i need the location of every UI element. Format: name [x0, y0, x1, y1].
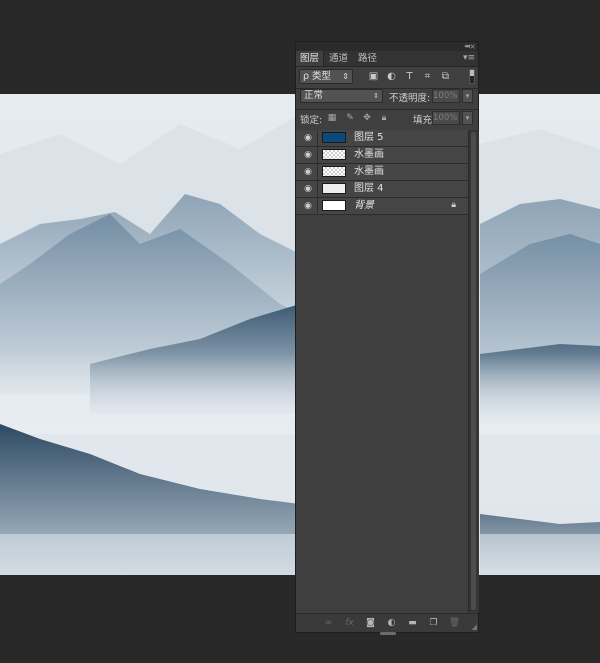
- layer-name[interactable]: 水墨画: [354, 148, 384, 162]
- layer-name[interactable]: 图层 5: [354, 131, 384, 145]
- tab-layers[interactable]: 图层: [296, 51, 325, 66]
- panel-bottom-toolbar: ∞ fx ◙ ◐ ▬ ❐ 🗑︎ ◢: [296, 613, 478, 635]
- layer-name[interactable]: 图层 4: [354, 182, 384, 196]
- type-filter-icon[interactable]: T: [403, 70, 416, 83]
- delete-layer-icon[interactable]: 🗑︎: [448, 617, 461, 629]
- updown-arrow-icon: ⇕: [342, 72, 349, 81]
- layer-thumbnail: [322, 200, 346, 211]
- lock-position-icon[interactable]: ✥: [361, 112, 373, 124]
- smart-object-filter-icon[interactable]: ⧉: [439, 70, 452, 83]
- filter-kind-select[interactable]: ρ 类型 ⇕: [299, 69, 353, 84]
- layer-thumbnail: [322, 132, 346, 143]
- adjustment-filter-icon[interactable]: ◐: [385, 70, 398, 83]
- panel-tabs: 图层 通道 路径 ▾≡: [296, 51, 478, 67]
- divider: [317, 147, 318, 163]
- opacity-dropdown-icon[interactable]: ▾: [462, 89, 473, 103]
- lock-row: 锁定: ▦ ✎ ✥ 🔒︎ 填充: 100% ▾: [296, 110, 478, 128]
- resize-grip-icon[interactable]: ◢: [472, 623, 477, 631]
- layer-row[interactable]: ◉ 图层 4: [296, 181, 468, 198]
- visibility-eye-icon[interactable]: ◉: [302, 167, 314, 177]
- layers-scrollbar[interactable]: [468, 130, 479, 612]
- blend-mode-select[interactable]: 正常 ⇕: [300, 89, 383, 103]
- opacity-input[interactable]: 100%: [432, 89, 460, 103]
- lock-transparent-pixels-icon[interactable]: ▦: [326, 112, 338, 124]
- divider: [317, 198, 318, 214]
- new-layer-icon[interactable]: ❐: [427, 617, 440, 629]
- blend-row: 正常 ⇕ 不透明度: 100% ▾: [296, 89, 478, 109]
- image-filter-icon[interactable]: ▣: [367, 70, 380, 83]
- blend-mode-value: 正常: [304, 90, 324, 101]
- shape-filter-icon[interactable]: ⌗: [421, 70, 434, 83]
- layer-name[interactable]: 水墨画: [354, 165, 384, 179]
- layer-row-background[interactable]: ◉ 背景 🔒︎: [296, 198, 468, 215]
- panel-resize-handle[interactable]: [380, 632, 396, 635]
- layer-row[interactable]: ◉ 图层 5: [296, 130, 468, 147]
- layer-list: ◉ 图层 5 ◉ 水墨画 ◉ 水墨画 ◉ 图层 4 ◉ 背景 🔒︎: [296, 130, 468, 215]
- lock-label: 锁定:: [300, 115, 323, 126]
- layer-row[interactable]: ◉ 水墨画: [296, 147, 468, 164]
- lock-all-icon[interactable]: 🔒︎: [378, 112, 390, 124]
- lock-image-pixels-icon[interactable]: ✎: [344, 112, 356, 124]
- updown-arrow-icon: ⇕: [373, 92, 379, 100]
- divider: [317, 181, 318, 197]
- visibility-eye-icon[interactable]: ◉: [302, 150, 314, 160]
- tab-paths[interactable]: 路径: [354, 51, 381, 66]
- scroll-thumb[interactable]: [471, 132, 476, 610]
- layer-thumbnail: [322, 166, 346, 177]
- panel-menu-icon[interactable]: ▾≡: [463, 52, 475, 64]
- divider: [317, 164, 318, 180]
- divider: [317, 130, 318, 146]
- tab-channels[interactable]: 通道: [325, 51, 352, 66]
- visibility-eye-icon[interactable]: ◉: [302, 201, 314, 211]
- layers-panel: ◂◂ × 图层 通道 路径 ▾≡ ρ 类型 ⇕ ▣ ◐ T ⌗ ⧉ 正常 ⇕ 不…: [295, 41, 479, 635]
- panel-title-bar[interactable]: ◂◂ ×: [296, 42, 478, 51]
- visibility-eye-icon[interactable]: ◉: [302, 184, 314, 194]
- collapse-icon[interactable]: ◂◂: [464, 42, 470, 51]
- fill-dropdown-icon[interactable]: ▾: [462, 111, 473, 125]
- adjustment-layer-icon[interactable]: ◐: [385, 617, 398, 629]
- fill-input[interactable]: 100%: [432, 111, 460, 125]
- visibility-eye-icon[interactable]: ◉: [302, 133, 314, 143]
- close-icon[interactable]: ×: [469, 42, 476, 51]
- new-group-icon[interactable]: ▬: [406, 617, 419, 629]
- link-layers-icon[interactable]: ∞: [322, 617, 335, 629]
- fx-icon[interactable]: fx: [343, 617, 356, 629]
- filter-kind-label: ρ 类型: [303, 71, 332, 82]
- layer-row[interactable]: ◉ 水墨画: [296, 164, 468, 181]
- layer-thumbnail: [322, 183, 346, 194]
- layer-name[interactable]: 背景: [354, 199, 374, 213]
- layer-filter-row: ρ 类型 ⇕ ▣ ◐ T ⌗ ⧉: [296, 67, 478, 89]
- lock-icon: 🔒︎: [451, 200, 456, 210]
- opacity-label: 不透明度:: [389, 93, 431, 104]
- filter-toggle-switch[interactable]: [469, 69, 475, 84]
- add-mask-icon[interactable]: ◙: [364, 617, 377, 629]
- layer-thumbnail: [322, 149, 346, 160]
